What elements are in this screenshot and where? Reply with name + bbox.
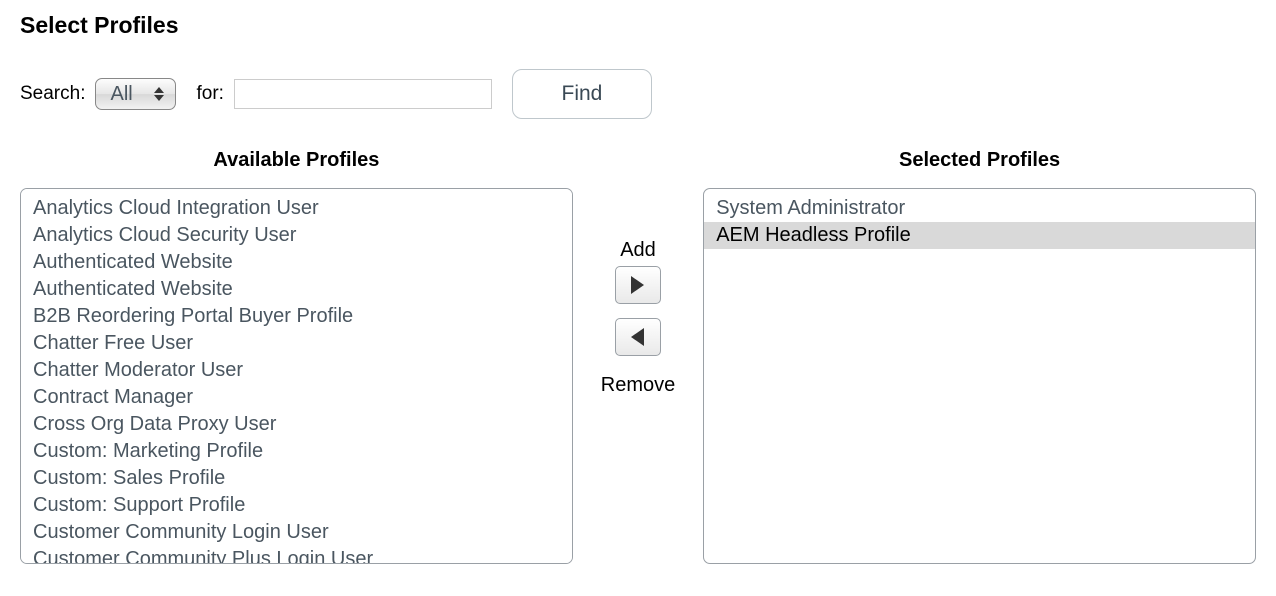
list-item[interactable]: System Administrator (704, 195, 1255, 222)
selected-header: Selected Profiles (899, 149, 1060, 172)
add-button[interactable] (615, 266, 661, 304)
selected-column: Selected Profiles System AdministratorAE… (703, 149, 1256, 564)
list-item[interactable]: Analytics Cloud Security User (21, 222, 572, 249)
search-select[interactable]: All (95, 78, 176, 110)
list-item[interactable]: AEM Headless Profile (704, 222, 1255, 249)
list-item[interactable]: Authenticated Website (21, 249, 572, 276)
list-item[interactable]: Custom: Marketing Profile (21, 438, 572, 465)
search-label: Search: (20, 83, 85, 105)
find-button[interactable]: Find (512, 69, 652, 119)
list-item[interactable]: Chatter Free User (21, 330, 572, 357)
available-column: Available Profiles Analytics Cloud Integ… (20, 149, 573, 564)
list-item[interactable]: Chatter Moderator User (21, 357, 572, 384)
list-item[interactable]: Cross Org Data Proxy User (21, 411, 572, 438)
list-item[interactable]: Contract Manager (21, 384, 572, 411)
remove-label: Remove (601, 374, 675, 397)
page-title: Select Profiles (20, 12, 1256, 39)
add-label: Add (620, 239, 656, 262)
list-item[interactable]: Custom: Support Profile (21, 492, 572, 519)
search-row: Search: All for: Find (20, 69, 1256, 119)
available-listbox[interactable]: Analytics Cloud Integration UserAnalytic… (20, 188, 573, 564)
dual-listbox: Available Profiles Analytics Cloud Integ… (20, 149, 1256, 564)
list-item[interactable]: Authenticated Website (21, 276, 572, 303)
search-input[interactable] (234, 79, 492, 109)
arrow-right-icon (631, 276, 644, 294)
search-select-wrap: All (95, 78, 176, 110)
list-item[interactable]: Customer Community Plus Login User (21, 546, 572, 564)
list-item[interactable]: Custom: Sales Profile (21, 465, 572, 492)
selected-listbox[interactable]: System AdministratorAEM Headless Profile (703, 188, 1256, 564)
remove-button[interactable] (615, 318, 661, 356)
list-item[interactable]: Customer Community Login User (21, 519, 572, 546)
list-item[interactable]: B2B Reordering Portal Buyer Profile (21, 303, 572, 330)
list-item[interactable]: Analytics Cloud Integration User (21, 195, 572, 222)
transfer-controls: Add Remove (591, 149, 685, 401)
available-header: Available Profiles (213, 149, 379, 172)
arrow-left-icon (631, 328, 644, 346)
for-label: for: (196, 83, 223, 105)
